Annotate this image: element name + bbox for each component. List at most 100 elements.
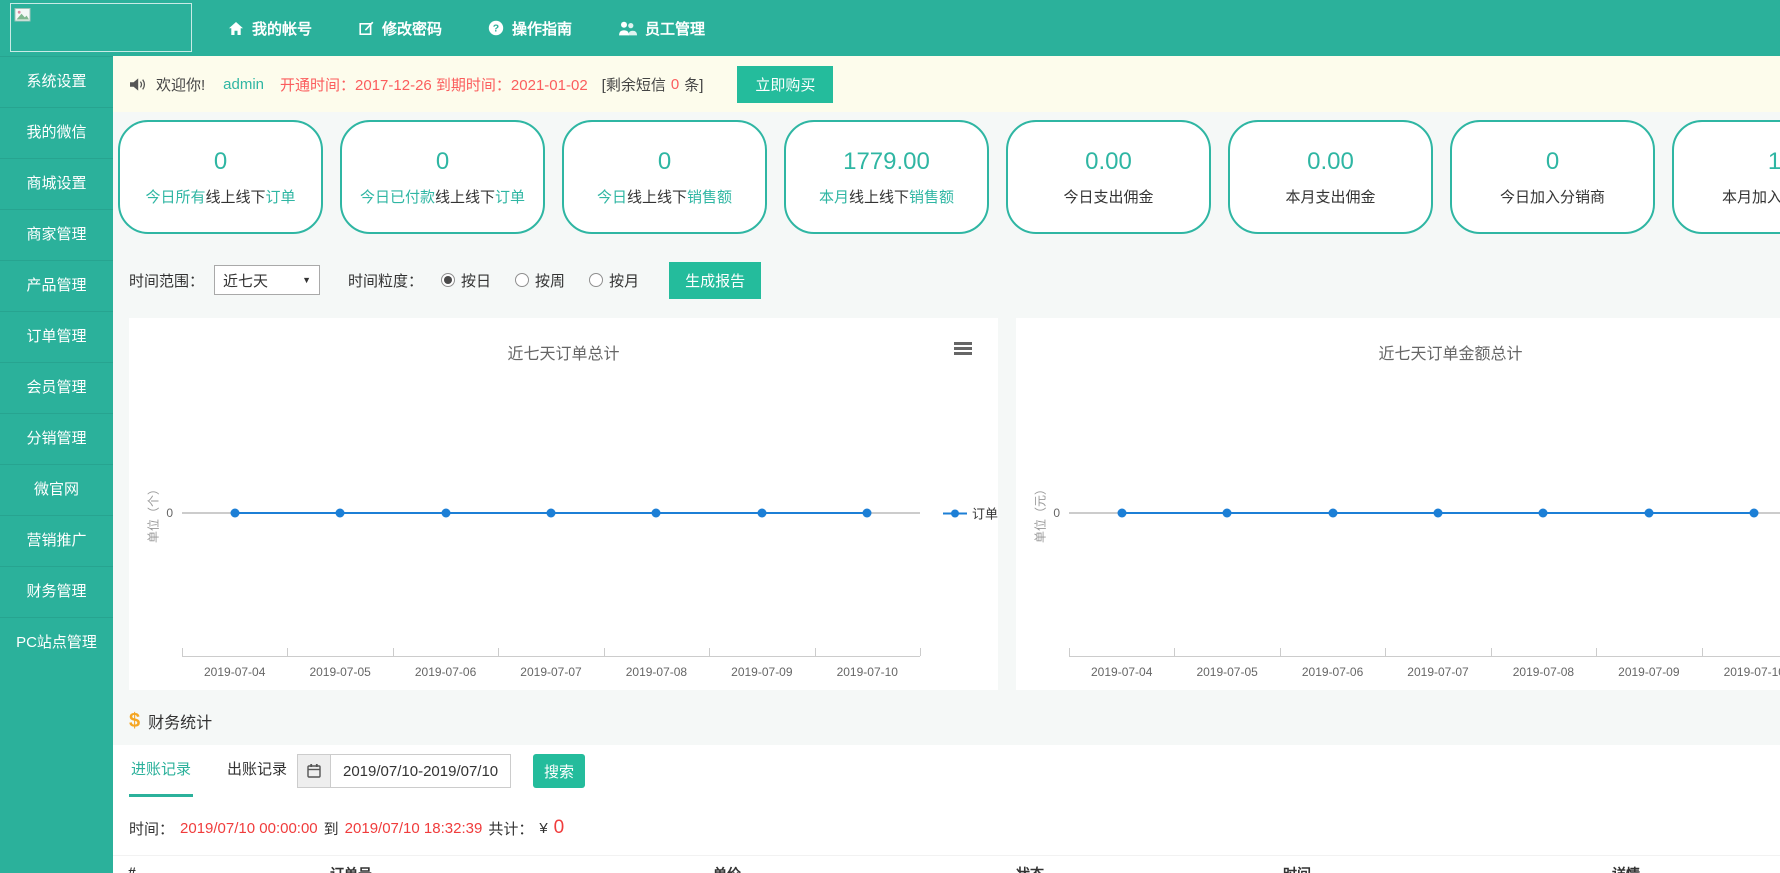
tab-0[interactable]: 进账记录 bbox=[129, 745, 193, 797]
sidebar-item-0[interactable]: 系统设置 bbox=[0, 56, 113, 107]
data-point[interactable] bbox=[441, 509, 450, 518]
search-button[interactable]: 搜索 bbox=[533, 754, 585, 788]
x-axis-label: 2019-07-06 bbox=[1302, 665, 1363, 679]
stat-card: 0今日线上线下销售额 bbox=[562, 120, 767, 234]
data-point[interactable] bbox=[1539, 509, 1548, 518]
x-axis-label: 2019-07-05 bbox=[1196, 665, 1257, 679]
data-point[interactable] bbox=[336, 509, 345, 518]
sidebar-item-7[interactable]: 分销管理 bbox=[0, 413, 113, 464]
data-point[interactable] bbox=[230, 509, 239, 518]
x-axis-tick bbox=[1385, 648, 1386, 656]
topnav-operation-guide[interactable]: ? 操作指南 bbox=[488, 18, 572, 39]
speaker-icon bbox=[128, 76, 147, 93]
data-point[interactable] bbox=[1644, 509, 1653, 518]
time-to: 2019/07/10 18:32:39 bbox=[345, 820, 483, 837]
svg-text:?: ? bbox=[493, 23, 499, 35]
stat-cards-row: 0今日所有线上线下订单0今日已付款线上线下订单0今日线上线下销售额1779.00… bbox=[118, 120, 1780, 244]
generate-report-button[interactable]: 生成报告 bbox=[669, 262, 761, 299]
x-axis-line bbox=[1069, 656, 1780, 657]
data-point[interactable] bbox=[863, 509, 872, 518]
topnav-change-password[interactable]: 修改密码 bbox=[358, 18, 442, 39]
time-range-label: 时间范围： bbox=[129, 270, 204, 291]
sidebar-item-11[interactable]: PC站点管理 bbox=[0, 617, 113, 668]
chart-menu-icon[interactable] bbox=[954, 342, 972, 355]
stat-card-label-part: 今日已付款 bbox=[360, 189, 435, 206]
sidebar-item-5[interactable]: 订单管理 bbox=[0, 311, 113, 362]
stat-card-label-part: 今日 bbox=[597, 189, 627, 206]
granularity-radio-0[interactable]: 按日 bbox=[441, 270, 491, 291]
sidebar-item-9[interactable]: 营销推广 bbox=[0, 515, 113, 566]
stat-card-value: 1 bbox=[1768, 148, 1780, 176]
sms-count: 0 bbox=[671, 76, 679, 93]
granularity-radio-1[interactable]: 按周 bbox=[515, 270, 565, 291]
radio-icon bbox=[589, 273, 603, 287]
data-point[interactable] bbox=[757, 509, 766, 518]
time-range-select[interactable]: 近七天 ▼ bbox=[214, 265, 320, 295]
data-point[interactable] bbox=[1328, 509, 1337, 518]
welcome-greeting: 欢迎你! bbox=[156, 74, 205, 95]
legend-item[interactable]: 订单 bbox=[943, 504, 998, 523]
x-axis-label: 2019-07-05 bbox=[309, 665, 370, 679]
stat-card-label-part: 销售额 bbox=[909, 189, 954, 206]
total-value: 0 bbox=[554, 817, 565, 839]
data-point[interactable] bbox=[547, 509, 556, 518]
topnav-staff-management[interactable]: 员工管理 bbox=[618, 18, 705, 39]
data-point[interactable] bbox=[1223, 509, 1232, 518]
date-range-input[interactable] bbox=[331, 754, 511, 788]
stat-card-label-part: 订单 bbox=[495, 189, 525, 206]
sidebar-item-6[interactable]: 会员管理 bbox=[0, 362, 113, 413]
chart-title: 近七天订单金额总计 bbox=[1016, 340, 1780, 364]
sidebar-item-3[interactable]: 商家管理 bbox=[0, 209, 113, 260]
stat-card-label-part: 本月加入分销商 bbox=[1722, 189, 1780, 206]
finance-records-section: 进账记录出账记录 搜索 时间： 2019/07/10 00:00:00 到 20… bbox=[113, 745, 1780, 873]
topnav-label: 员工管理 bbox=[645, 18, 705, 39]
sidebar-item-1[interactable]: 我的微信 bbox=[0, 107, 113, 158]
x-axis-tick bbox=[709, 648, 710, 656]
logo[interactable] bbox=[10, 3, 192, 52]
stat-card-label: 今日所有线上线下订单 bbox=[145, 186, 295, 207]
x-axis-label: 2019-07-10 bbox=[837, 665, 898, 679]
x-axis-tick bbox=[393, 648, 394, 656]
currency-symbol: ¥ bbox=[539, 820, 547, 837]
top-navigation: 我的帐号 修改密码? 操作指南 员工管理 bbox=[228, 0, 705, 56]
stat-card-label: 今日线上线下销售额 bbox=[597, 186, 732, 207]
x-axis-label: 2019-07-10 bbox=[1724, 665, 1780, 679]
sidebar-item-8[interactable]: 微官网 bbox=[0, 464, 113, 515]
x-axis-tick bbox=[815, 648, 816, 656]
tab-1[interactable]: 出账记录 bbox=[225, 745, 289, 797]
stat-card-value: 0 bbox=[1546, 148, 1559, 176]
sms-remaining: [剩余短信 0 条] bbox=[602, 74, 704, 95]
date-range-group bbox=[297, 754, 511, 788]
stat-card-label-part: 本月 bbox=[819, 189, 849, 206]
stat-card: 0今日已付款线上线下订单 bbox=[340, 120, 545, 234]
sidebar-item-10[interactable]: 财务管理 bbox=[0, 566, 113, 617]
topnav-label: 操作指南 bbox=[512, 18, 572, 39]
calendar-button[interactable] bbox=[297, 754, 331, 788]
x-axis-tick bbox=[287, 648, 288, 656]
sidebar-item-2[interactable]: 商城设置 bbox=[0, 158, 113, 209]
radio-label: 按月 bbox=[609, 270, 639, 291]
stat-card-label-part: 今日支出佣金 bbox=[1063, 189, 1153, 206]
x-axis-label: 2019-07-08 bbox=[1513, 665, 1574, 679]
buy-now-button[interactable]: 立即购买 bbox=[737, 66, 833, 103]
sms-suffix: 条] bbox=[684, 74, 703, 95]
data-point[interactable] bbox=[1750, 509, 1759, 518]
stat-card-label-part: 线上线下 bbox=[435, 189, 495, 206]
help-icon: ? bbox=[488, 20, 504, 36]
x-axis-label: 2019-07-06 bbox=[415, 665, 476, 679]
stat-card-value: 0 bbox=[214, 148, 227, 176]
granularity-radio-2[interactable]: 按月 bbox=[589, 270, 639, 291]
dashboard-root: 我的帐号修改密码?操作指南员工管理 系统设置我的微信商城设置商家管理产品管理订单… bbox=[0, 0, 1780, 873]
topnav-my-account[interactable]: 我的帐号 bbox=[228, 18, 312, 39]
sidebar-item-4[interactable]: 产品管理 bbox=[0, 260, 113, 311]
data-point[interactable] bbox=[652, 509, 661, 518]
stat-card-value: 1779.00 bbox=[843, 148, 930, 176]
data-point[interactable] bbox=[1434, 509, 1443, 518]
home-icon bbox=[228, 21, 244, 36]
stat-card: 1 本月加入分销商 bbox=[1672, 120, 1780, 234]
stat-card-label: 本月加入分销商 bbox=[1722, 186, 1780, 207]
stat-card: 1779.00本月线上线下销售额 bbox=[784, 120, 989, 234]
stat-card: 0 今日所有线上线下订单 bbox=[118, 120, 323, 234]
data-point[interactable] bbox=[1117, 509, 1126, 518]
x-axis-line bbox=[182, 656, 920, 657]
